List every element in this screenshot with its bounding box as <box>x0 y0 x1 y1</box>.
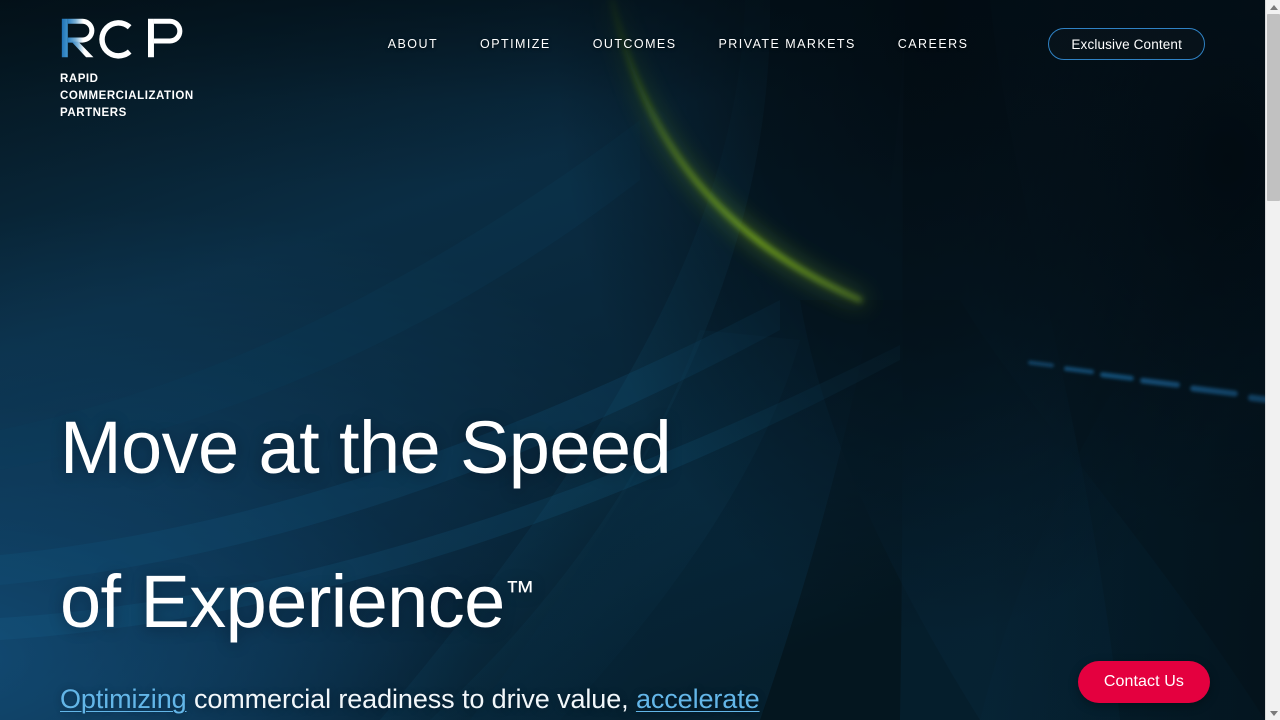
rcp-wordmark-icon <box>61 18 183 59</box>
scrollbar-thumb[interactable] <box>1267 14 1280 201</box>
hero-link-2[interactable]: accelerate <box>636 684 760 714</box>
scrollbar-up-button[interactable] <box>1266 0 1280 14</box>
page-title: Move at the Speed of Experience™ <box>60 332 760 640</box>
exclusive-content-button[interactable]: Exclusive Content <box>1048 28 1205 60</box>
nav-item-outcomes[interactable]: OUTCOMES <box>593 31 677 57</box>
logo-tagline-line-3: PARTNERS <box>60 107 127 119</box>
contact-us-button[interactable]: Contact Us <box>1077 661 1210 703</box>
page-scrollbar[interactable] <box>1265 0 1280 720</box>
hero-text-run: commercial readiness to drive value, <box>186 684 636 714</box>
main-navigation: ABOUT OPTIMIZE OUTCOMES PRIVATE MARKETS … <box>388 28 1205 60</box>
scrollbar-down-button[interactable] <box>1266 706 1280 720</box>
logo-tagline-line-2: COMMERCIALIZATION <box>60 90 194 102</box>
hero-section: Move at the Speed of Experience™ Optimiz… <box>60 332 760 720</box>
site-header: RAPID COMMERCIALIZATION PARTNERS ABOUT O… <box>0 0 1265 130</box>
hero-subheading: Optimizing commercial readiness to drive… <box>60 678 760 720</box>
headline-line-1: Move at the Speed <box>60 406 672 489</box>
trademark-symbol: ™ <box>504 575 535 609</box>
chevron-up-icon <box>1269 4 1278 10</box>
logo[interactable]: RAPID COMMERCIALIZATION PARTNERS <box>60 16 199 122</box>
page-viewport: RAPID COMMERCIALIZATION PARTNERS ABOUT O… <box>0 0 1265 720</box>
nav-item-private-markets[interactable]: PRIVATE MARKETS <box>719 31 856 57</box>
headline-line-2: of Experience <box>60 560 505 643</box>
nav-item-optimize[interactable]: OPTIMIZE <box>480 31 551 57</box>
logo-tagline: RAPID COMMERCIALIZATION PARTNERS <box>60 71 199 122</box>
nav-item-careers[interactable]: CAREERS <box>898 31 969 57</box>
logo-tagline-line-1: RAPID <box>60 73 99 85</box>
chevron-down-icon <box>1269 710 1278 716</box>
nav-item-about[interactable]: ABOUT <box>388 31 438 57</box>
hero-link-1[interactable]: Optimizing <box>60 684 187 714</box>
